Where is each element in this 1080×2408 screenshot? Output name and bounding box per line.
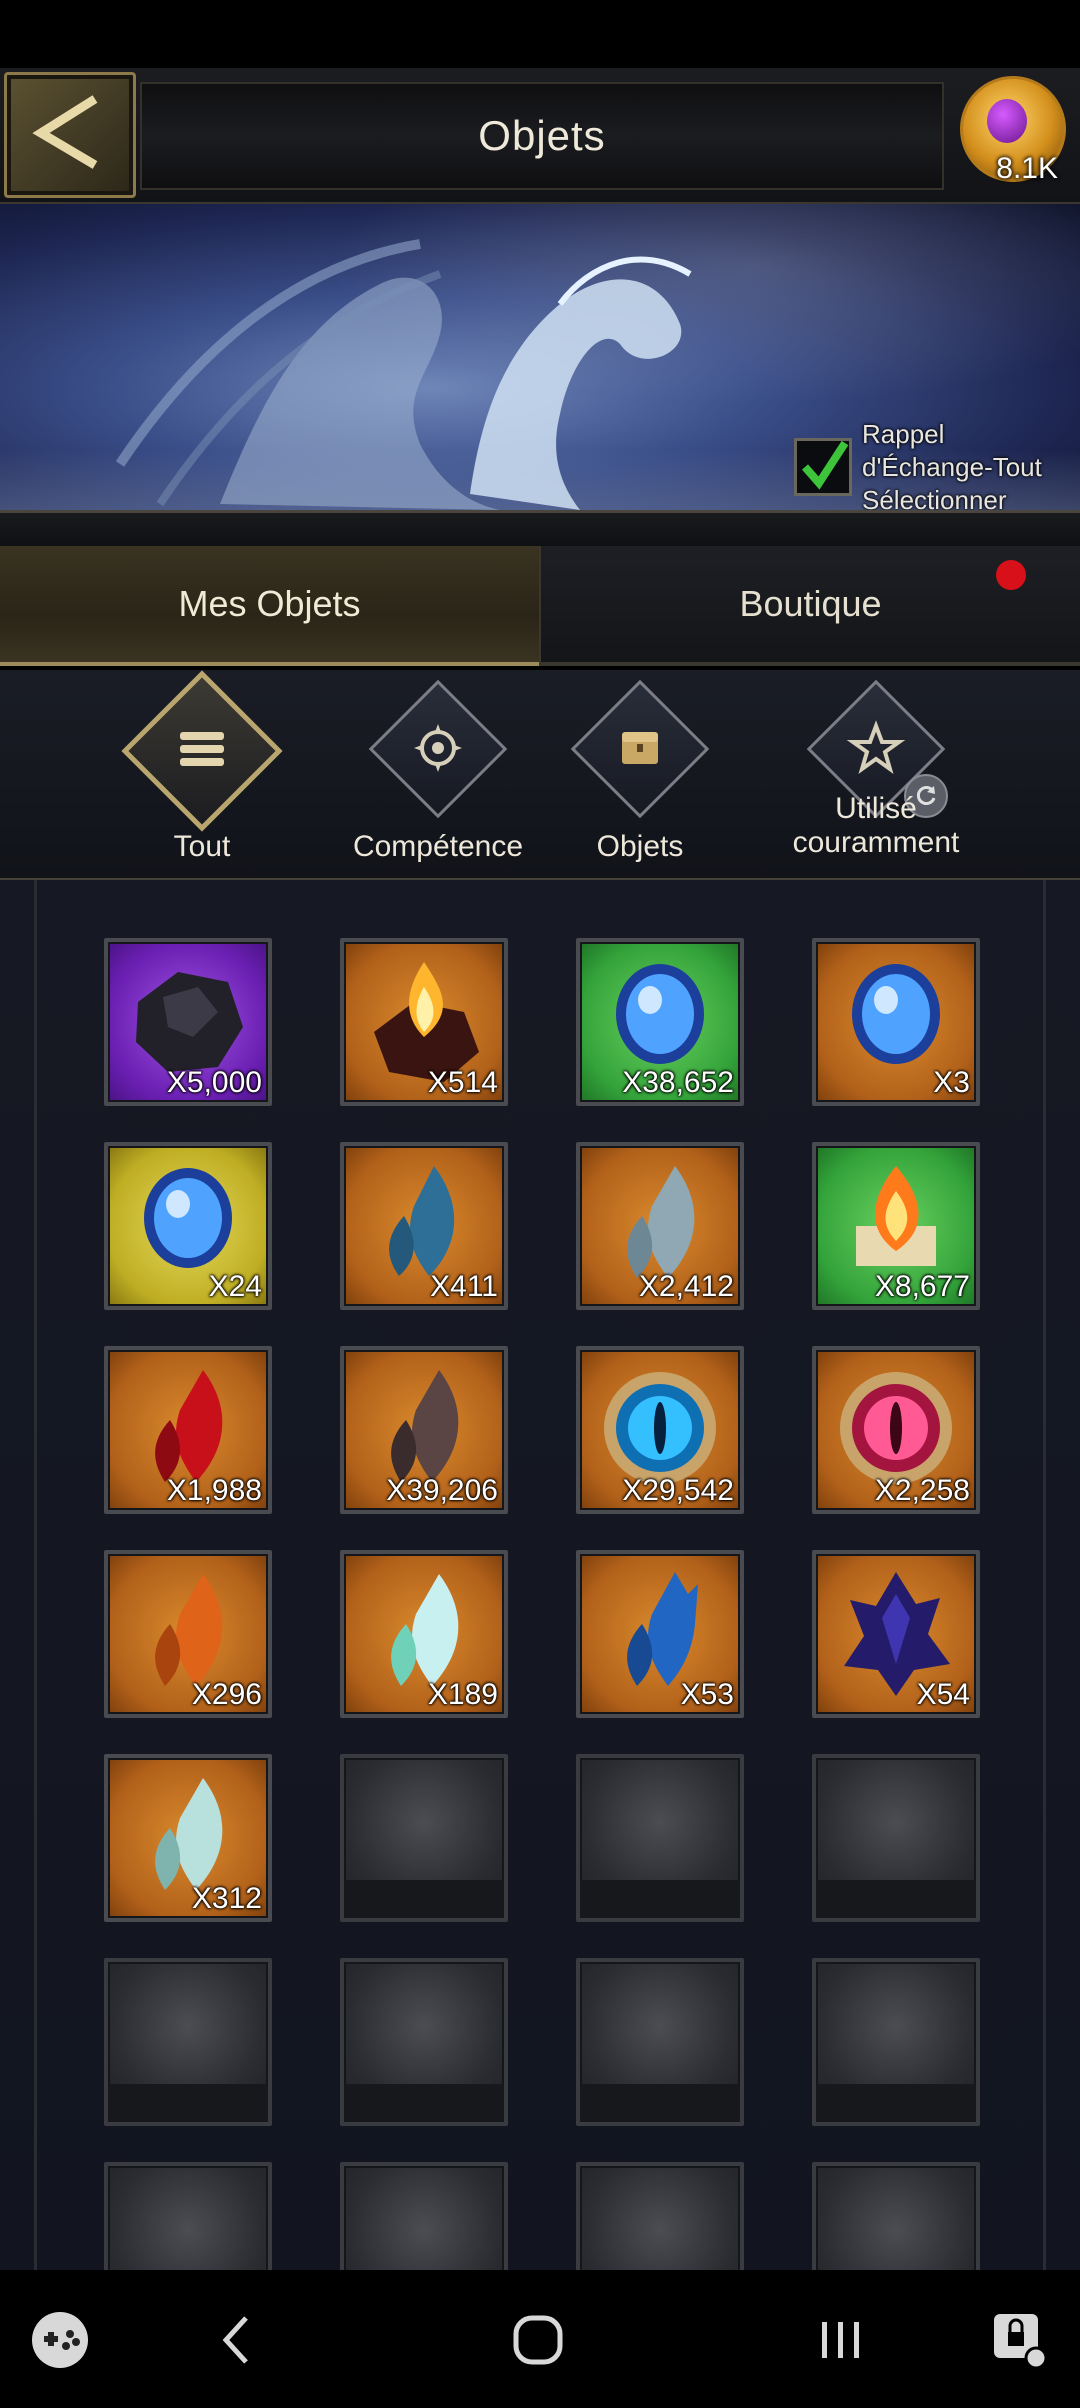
inventory-slot[interactable]: X1,988: [104, 1346, 272, 1514]
header: Objets 8.1K: [0, 68, 1080, 205]
star-icon: [846, 720, 906, 774]
empty-slot: [104, 1958, 272, 2126]
inventory-slot[interactable]: X5,000: [104, 938, 272, 1106]
nav-home-button[interactable]: [478, 2272, 598, 2408]
screen-lock-button[interactable]: [960, 2272, 1080, 2408]
skill-icon: [414, 724, 462, 772]
divider: [0, 510, 1080, 550]
inventory-slot[interactable]: X514: [340, 938, 508, 1106]
back-button[interactable]: [4, 72, 136, 198]
touch-lock-icon: [994, 2314, 1048, 2370]
dragon-banner: Rappel d'Échange-Tout Sélectionner: [0, 204, 1080, 510]
inventory-slot[interactable]: X189: [340, 1550, 508, 1718]
nav-back-button[interactable]: [176, 2272, 296, 2408]
tab-mes-objets[interactable]: Mes Objets: [0, 546, 539, 666]
empty-slot: [576, 1754, 744, 1922]
title-bar: Objets: [140, 82, 944, 190]
tab-bar: Mes Objets Boutique: [0, 546, 1080, 666]
item-quantity: X29,542: [622, 1474, 734, 1507]
status-bar: [0, 0, 1080, 68]
item-quantity: X2,258: [874, 1474, 970, 1507]
category-label: Utilisé couramment: [792, 792, 960, 859]
category-label: Tout: [173, 830, 231, 863]
item-quantity: X189: [427, 1678, 498, 1711]
item-quantity: X2,412: [638, 1270, 734, 1303]
back-arrow-icon: [32, 95, 98, 169]
empty-slot: [340, 2162, 508, 2270]
checkmark-icon: [801, 440, 849, 490]
empty-slot: [340, 1754, 508, 1922]
chest-icon: [622, 732, 658, 764]
category-filter-bar: Tout Compétence Objets Utilisé courammen…: [0, 670, 1080, 881]
reminder-label: Rappel d'Échange-Tout Sélectionner: [862, 419, 1042, 510]
page-title: Objets: [478, 112, 606, 159]
item-quantity: X296: [191, 1678, 262, 1711]
inventory-slot[interactable]: X2,412: [576, 1142, 744, 1310]
category-tout[interactable]: Tout: [102, 670, 302, 870]
inventory-slot[interactable]: X3: [812, 938, 980, 1106]
system-nav-bar: [0, 2272, 1080, 2408]
nav-recents-button[interactable]: [780, 2272, 900, 2408]
exchange-all-reminder[interactable]: Rappel d'Échange-Tout Sélectionner: [794, 418, 1052, 510]
item-quantity: X53: [680, 1678, 734, 1711]
category-label: Objets: [596, 830, 684, 863]
empty-slot: [576, 2162, 744, 2270]
game-tools-button[interactable]: [0, 2272, 120, 2408]
inventory-slot[interactable]: X296: [104, 1550, 272, 1718]
empty-slot: [576, 1958, 744, 2126]
item-quantity: X38,652: [622, 1066, 734, 1099]
inventory-slot[interactable]: X2,258: [812, 1346, 980, 1514]
item-quantity: X5,000: [166, 1066, 262, 1099]
item-quantity: X3: [933, 1066, 970, 1099]
gamepad-icon: [32, 2312, 88, 2368]
inventory-grid: X5,000 X514 X38,652 X3 X24 X411 X2,412 X…: [0, 880, 1080, 2270]
empty-slot: [340, 1958, 508, 2126]
item-quantity: X24: [208, 1270, 262, 1303]
list-icon: [180, 732, 224, 766]
empty-slot: [812, 2162, 980, 2270]
item-quantity: X39,206: [386, 1474, 498, 1507]
inventory-slot[interactable]: X24: [104, 1142, 272, 1310]
empty-slot: [812, 1958, 980, 2126]
tab-label: Boutique: [739, 583, 882, 624]
inventory-slot[interactable]: X39,206: [340, 1346, 508, 1514]
item-quantity: X411: [430, 1270, 498, 1303]
category-label: Compétence: [352, 830, 524, 863]
item-quantity: X54: [916, 1678, 970, 1711]
item-quantity: X8,677: [874, 1270, 970, 1303]
item-quantity: X312: [191, 1882, 262, 1915]
inventory-slot[interactable]: X8,677: [812, 1142, 980, 1310]
category-utilise-couramment[interactable]: Utilisé couramment: [776, 670, 976, 870]
home-icon: [513, 2315, 563, 2365]
reminder-checkbox[interactable]: [794, 438, 852, 496]
empty-slot: [812, 1754, 980, 1922]
inventory-slot[interactable]: X29,542: [576, 1346, 744, 1514]
inventory-slot[interactable]: X38,652: [576, 938, 744, 1106]
category-objets[interactable]: Objets: [540, 670, 740, 870]
recents-icon: [822, 2322, 859, 2358]
inventory-slot[interactable]: X54: [812, 1550, 980, 1718]
inventory-slot[interactable]: X53: [576, 1550, 744, 1718]
inventory-slot[interactable]: X312: [104, 1754, 272, 1922]
item-quantity: X514: [427, 1066, 498, 1099]
category-competence[interactable]: Compétence: [338, 670, 538, 870]
item-quantity: X1,988: [166, 1474, 262, 1507]
tab-boutique[interactable]: Boutique: [539, 546, 1080, 666]
notification-dot: [996, 560, 1026, 590]
back-chevron-icon: [222, 2316, 248, 2364]
currency-amount: 8.1K: [996, 152, 1058, 185]
tab-label: Mes Objets: [178, 583, 361, 624]
inventory-slot[interactable]: X411: [340, 1142, 508, 1310]
currency-display[interactable]: 8.1K: [952, 74, 1072, 194]
empty-slot: [104, 2162, 272, 2270]
